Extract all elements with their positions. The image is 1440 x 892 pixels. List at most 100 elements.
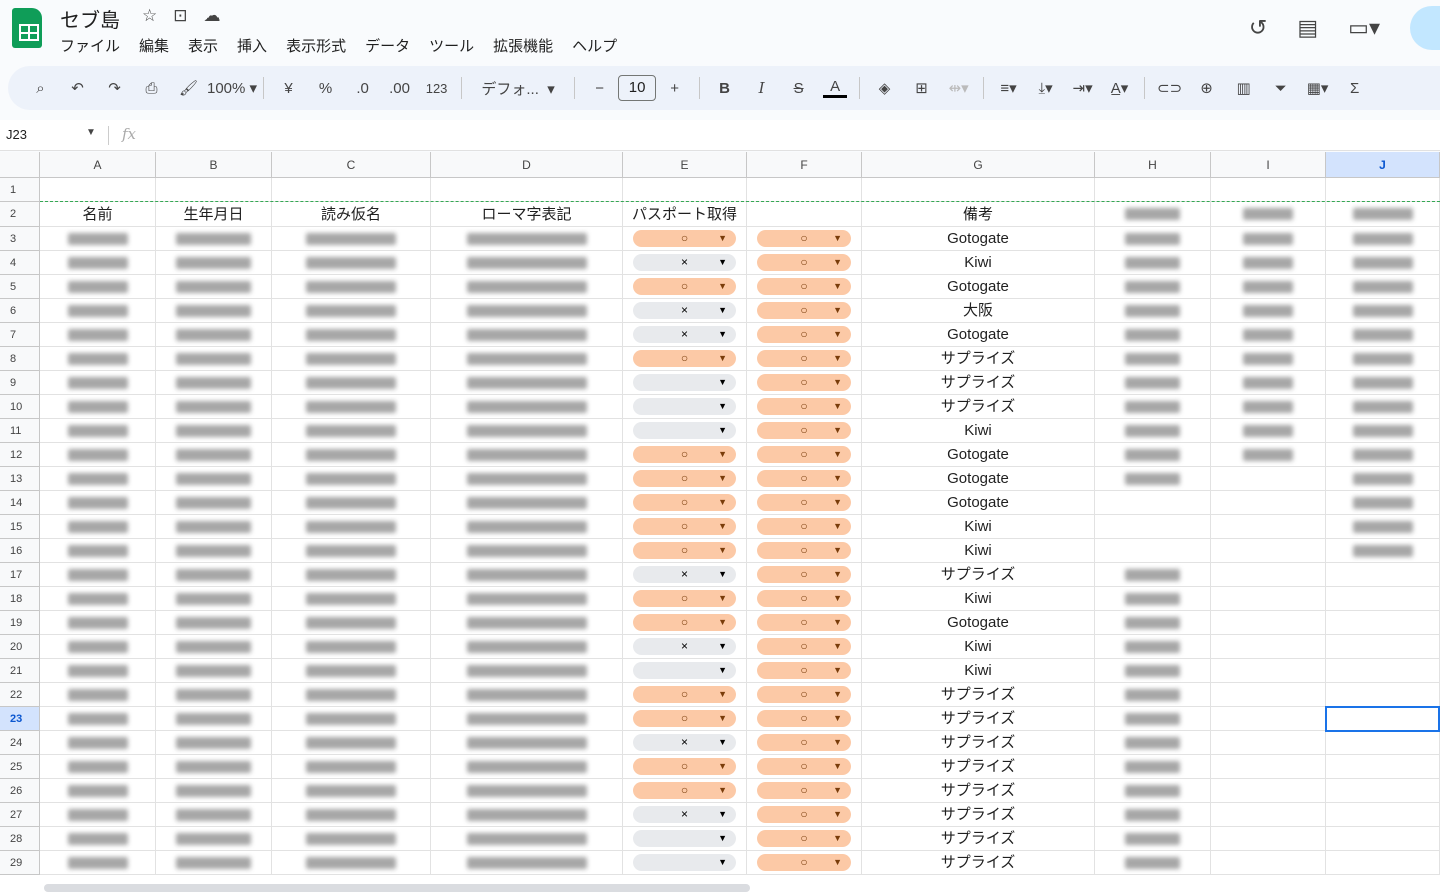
row-header[interactable]: 23	[0, 707, 40, 731]
column-header-B[interactable]: B	[156, 152, 272, 178]
cell-J25[interactable]	[1326, 755, 1440, 779]
cell-B26[interactable]	[156, 779, 272, 803]
dropdown-chip[interactable]: ○ ▼	[633, 782, 736, 799]
dropdown-chip[interactable]: ▼	[633, 398, 736, 415]
cell-D29[interactable]	[431, 851, 623, 875]
cell-B20[interactable]	[156, 635, 272, 659]
cell-H27[interactable]	[1095, 803, 1211, 827]
cell-F16[interactable]: ○ ▼	[747, 539, 862, 563]
cell-I6[interactable]	[1211, 299, 1326, 323]
dropdown-chip[interactable]: ○ ▼	[633, 230, 736, 247]
cell-D12[interactable]	[431, 443, 623, 467]
comments-icon[interactable]: ▤	[1297, 15, 1318, 41]
link-icon[interactable]: ⊂⊃	[1151, 79, 1188, 97]
dropdown-chip[interactable]: ○ ▼	[757, 230, 851, 247]
cell-J7[interactable]	[1326, 323, 1440, 347]
meet-icon[interactable]: ▭▾	[1348, 15, 1380, 41]
dropdown-chip[interactable]: ○ ▼	[757, 254, 851, 271]
cell-G3[interactable]: Gotogate	[862, 227, 1095, 251]
cell-B28[interactable]	[156, 827, 272, 851]
frozen-row-divider[interactable]	[40, 201, 1440, 202]
cell-F5[interactable]: ○ ▼	[747, 275, 862, 299]
cell-F19[interactable]: ○ ▼	[747, 611, 862, 635]
cell-A8[interactable]	[40, 347, 156, 371]
cell-B3[interactable]	[156, 227, 272, 251]
cell-H11[interactable]	[1095, 419, 1211, 443]
cell-A14[interactable]	[40, 491, 156, 515]
cell-G25[interactable]: サプライズ	[862, 755, 1095, 779]
cell-I3[interactable]	[1211, 227, 1326, 251]
decrease-font-size-icon[interactable]: −	[581, 80, 618, 97]
cell-J20[interactable]	[1326, 635, 1440, 659]
row-header[interactable]: 24	[0, 731, 40, 755]
cell-D26[interactable]	[431, 779, 623, 803]
cell-I18[interactable]	[1211, 587, 1326, 611]
dropdown-chip[interactable]: ○ ▼	[757, 854, 851, 871]
menu-item[interactable]: 表示	[188, 35, 218, 56]
cell-J18[interactable]	[1326, 587, 1440, 611]
cell-A3[interactable]	[40, 227, 156, 251]
cell-J22[interactable]	[1326, 683, 1440, 707]
cell-D2[interactable]: ローマ字表記	[431, 202, 623, 227]
cell-D25[interactable]	[431, 755, 623, 779]
cell-F29[interactable]: ○ ▼	[747, 851, 862, 875]
document-title[interactable]: セブ島	[60, 4, 120, 33]
cell-J11[interactable]	[1326, 419, 1440, 443]
cell-I9[interactable]	[1211, 371, 1326, 395]
cell-A9[interactable]	[40, 371, 156, 395]
cell-C18[interactable]	[272, 587, 431, 611]
cell-E7[interactable]: × ▼	[623, 323, 747, 347]
italic-button[interactable]: I	[743, 79, 780, 97]
cell-E26[interactable]: ○ ▼	[623, 779, 747, 803]
cell-A28[interactable]	[40, 827, 156, 851]
cell-E14[interactable]: ○ ▼	[623, 491, 747, 515]
row-header[interactable]: 25	[0, 755, 40, 779]
dropdown-chip[interactable]: ▼	[633, 374, 736, 391]
paint-format-icon[interactable]: 🖌	[170, 79, 207, 97]
dropdown-chip[interactable]: ○ ▼	[757, 614, 851, 631]
cell-F2[interactable]	[747, 202, 862, 227]
cell-G9[interactable]: サプライズ	[862, 371, 1095, 395]
cell-B11[interactable]	[156, 419, 272, 443]
row-header[interactable]: 7	[0, 323, 40, 347]
cell-B29[interactable]	[156, 851, 272, 875]
cell-H2[interactable]	[1095, 202, 1211, 227]
cell-H9[interactable]	[1095, 371, 1211, 395]
cell-E16[interactable]: ○ ▼	[623, 539, 747, 563]
row-header[interactable]: 26	[0, 779, 40, 803]
cell-G8[interactable]: サプライズ	[862, 347, 1095, 371]
cell-E10[interactable]: ▼	[623, 395, 747, 419]
cell-I2[interactable]	[1211, 202, 1326, 227]
cell-D13[interactable]	[431, 467, 623, 491]
cell-H21[interactable]	[1095, 659, 1211, 683]
row-header[interactable]: 15	[0, 515, 40, 539]
cell-C20[interactable]	[272, 635, 431, 659]
chart-icon[interactable]: ▥	[1225, 79, 1262, 97]
cell-D17[interactable]	[431, 563, 623, 587]
cell-E23[interactable]: ○ ▼	[623, 707, 747, 731]
cell-C15[interactable]	[272, 515, 431, 539]
redo-icon[interactable]: ↷	[96, 79, 133, 97]
cloud-saved-icon[interactable]: ☁	[204, 6, 221, 26]
cell-G27[interactable]: サプライズ	[862, 803, 1095, 827]
cell-J2[interactable]	[1326, 202, 1440, 227]
undo-icon[interactable]: ↶	[59, 79, 96, 97]
cell-E18[interactable]: ○ ▼	[623, 587, 747, 611]
cell-B19[interactable]	[156, 611, 272, 635]
row-header[interactable]: 21	[0, 659, 40, 683]
cell-I16[interactable]	[1211, 539, 1326, 563]
cell-F18[interactable]: ○ ▼	[747, 587, 862, 611]
cell-C6[interactable]	[272, 299, 431, 323]
dropdown-chip[interactable]: ○ ▼	[757, 806, 851, 823]
cell-A23[interactable]	[40, 707, 156, 731]
cell-D24[interactable]	[431, 731, 623, 755]
cell-F10[interactable]: ○ ▼	[747, 395, 862, 419]
cell-B14[interactable]	[156, 491, 272, 515]
cell-I1[interactable]	[1211, 178, 1326, 202]
dropdown-chip[interactable]: ○ ▼	[757, 446, 851, 463]
column-header-J[interactable]: J	[1326, 152, 1440, 178]
cell-B12[interactable]	[156, 443, 272, 467]
number-format-button[interactable]: 123	[418, 81, 455, 96]
cell-D11[interactable]	[431, 419, 623, 443]
zoom-select[interactable]: 100% ▾	[207, 79, 257, 97]
